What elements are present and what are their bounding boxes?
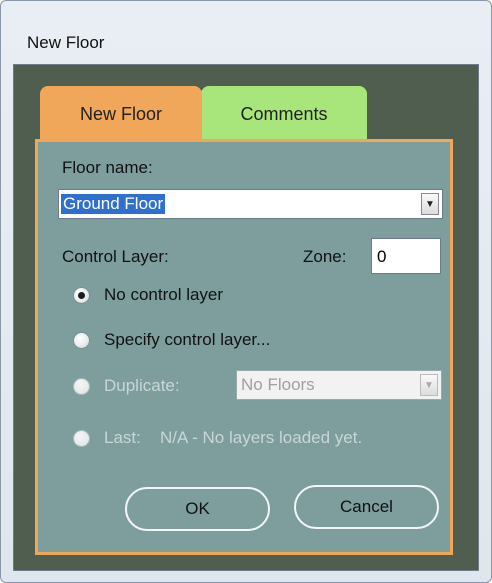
option-last-label: Last: [104,428,141,447]
radio-duplicate[interactable] [73,378,90,395]
duplicate-value[interactable]: No Floors [241,375,315,395]
ok-button[interactable]: OK [125,487,270,531]
radio-no-control-layer[interactable] [73,287,90,304]
zone-input[interactable]: 0 [371,238,441,274]
zone-value[interactable]: 0 [377,247,386,267]
radio-specify-control-layer[interactable] [73,332,90,349]
floor-name-combobox[interactable]: Ground Floor ▼ [58,189,443,219]
radio-last[interactable] [73,430,90,447]
duplicate-combobox[interactable]: No Floors ▼ [236,370,442,400]
floor-name-label: Floor name: [62,158,153,177]
control-layer-label: Control Layer: [62,247,169,266]
last-info-text: N/A - No layers loaded yet. [160,428,363,447]
chevron-down-icon[interactable]: ▼ [421,193,439,215]
tab-new-floor[interactable]: New Floor [40,86,202,142]
option-specify-control-layer-label[interactable]: Specify control layer... [104,330,270,350]
option-duplicate-label: Duplicate: [104,376,180,395]
cancel-button[interactable]: Cancel [294,485,439,529]
tab-comments[interactable]: Comments [201,86,367,142]
chevron-down-icon[interactable]: ▼ [420,374,438,396]
floor-name-value[interactable]: Ground Floor [61,194,166,214]
window-title: New Floor [27,33,105,52]
option-no-control-layer-label[interactable]: No control layer [104,285,223,305]
new-floor-panel: Floor name: Ground Floor ▼ Control Layer… [35,139,453,555]
zone-label: Zone: [303,247,347,266]
